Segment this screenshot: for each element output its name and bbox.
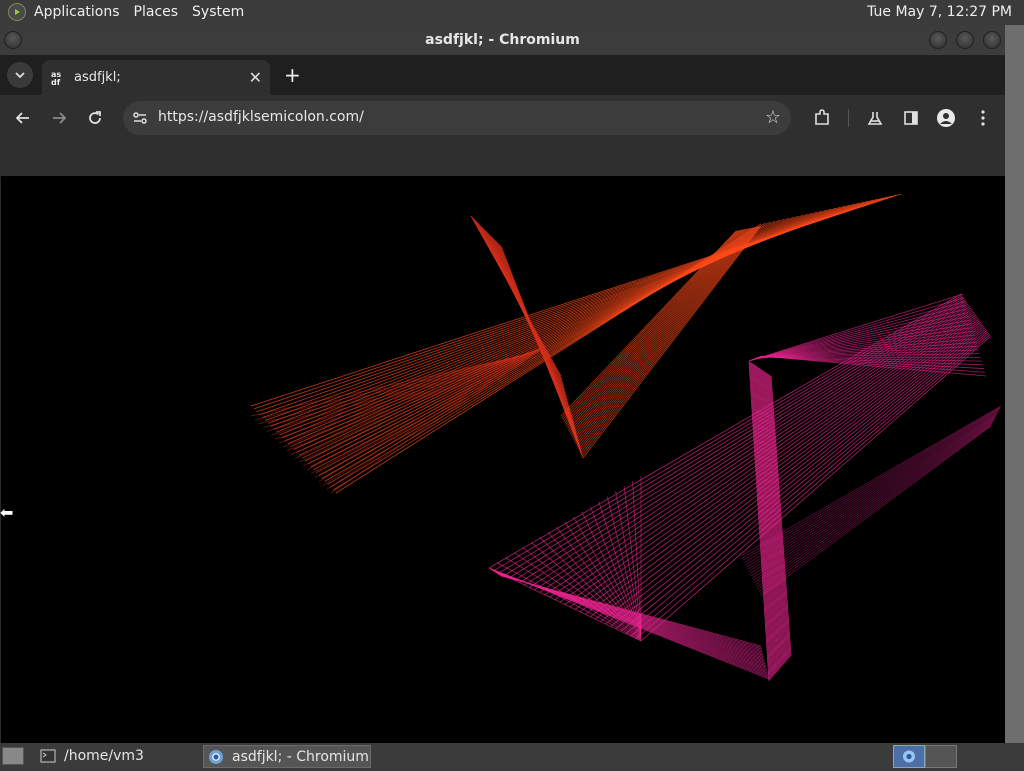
site-info-icon[interactable]	[131, 109, 149, 127]
menu-icon[interactable]	[972, 107, 994, 129]
taskbar-terminal-label: /home/vm3	[64, 748, 144, 764]
window-title: asdfjkl; - Chromium	[425, 32, 580, 48]
orange-ribbon-line	[582, 226, 760, 456]
orange-ribbon-line	[578, 227, 755, 449]
pink-ribbon-line	[745, 410, 998, 564]
tab-title: asdfjkl;	[74, 70, 121, 85]
chromium-mini-icon	[894, 746, 924, 767]
red-ribbon-line	[279, 353, 530, 443]
window-menu-button[interactable]	[4, 31, 22, 49]
pink-ribbon-line	[743, 408, 1000, 560]
chromium-window: asdfjkl; - Chromium as df asdfjkl; ✕ +	[0, 25, 1005, 743]
menu-system[interactable]: System	[192, 4, 244, 20]
magenta-ribbon-line	[641, 336, 991, 641]
labs-icon[interactable]	[864, 107, 886, 129]
orange-ribbon-line	[573, 228, 750, 438]
orange-ribbon-line	[580, 227, 758, 453]
desktop-background	[1005, 25, 1024, 743]
tab-strip: as df asdfjkl; ✕ +	[0, 55, 1005, 95]
forward-icon[interactable]	[48, 107, 70, 129]
magenta-ribbon-line	[535, 307, 970, 590]
orange-ribbon-line	[576, 228, 753, 444]
browser-toolbar: https://asdfjklsemicolon.com/ ☆	[0, 95, 1005, 141]
url-text[interactable]: https://asdfjklsemicolon.com/	[158, 109, 364, 125]
orange-ribbon-line	[577, 227, 754, 445]
svg-text:df: df	[51, 78, 61, 86]
bookmarks-bar	[0, 141, 1005, 177]
line-art-canvas	[1, 176, 1005, 743]
pink-ribbon-line	[748, 413, 998, 570]
clock[interactable]: Tue May 7, 12:27 PM	[867, 4, 1012, 20]
taskbar-terminal[interactable]: /home/vm3	[36, 745, 196, 766]
orange-ribbon-line	[575, 228, 752, 442]
magenta-ribbon-line	[489, 568, 641, 641]
orange-ribbon-line	[251, 194, 901, 406]
taskbar-chromium[interactable]: asdfjkl; - Chromium	[203, 745, 371, 768]
orange-ribbon-line	[574, 228, 751, 440]
bottom-panel: /home/vm3 asdfjkl; - Chromium	[0, 743, 1024, 768]
orange-ribbon-line	[581, 226, 759, 454]
maximize-button[interactable]	[956, 31, 974, 49]
star-icon[interactable]: ☆	[765, 107, 781, 128]
page-canvas[interactable]	[1, 176, 1005, 743]
chevron-down-icon	[15, 72, 25, 78]
close-tab-icon[interactable]: ✕	[249, 68, 262, 87]
chromium-icon	[208, 749, 224, 765]
workspace-2[interactable]	[925, 745, 957, 768]
tab-active[interactable]: as df asdfjkl; ✕	[42, 60, 270, 95]
toolbar-divider	[848, 109, 849, 127]
red-ribbon-line	[259, 355, 524, 424]
top-panel: Applications Places System Tue May 7, 12…	[0, 0, 1024, 24]
magenta-ribbon-line	[499, 297, 963, 573]
minimize-button[interactable]	[929, 31, 947, 49]
orange-ribbon-line	[562, 231, 737, 418]
orange-ribbon-line	[571, 229, 747, 436]
cursor-arrow-icon: ⬅	[0, 503, 13, 522]
back-icon[interactable]	[12, 107, 34, 129]
magenta-ribbon-line	[497, 563, 641, 641]
show-desktop-icon[interactable]	[2, 747, 24, 765]
magenta-ribbon-line	[548, 532, 641, 637]
window-titlebar[interactable]: asdfjkl; - Chromium	[0, 25, 1005, 55]
taskbar-chromium-label: asdfjkl; - Chromium	[232, 749, 369, 765]
terminal-icon	[40, 749, 56, 763]
orange-ribbon-line	[569, 229, 745, 432]
reload-icon[interactable]	[84, 107, 106, 129]
side-panel-icon[interactable]	[900, 107, 922, 129]
site-favicon-icon: as df	[50, 70, 66, 86]
magenta-ribbon-line	[631, 333, 989, 636]
orange-ribbon-line	[570, 229, 746, 434]
orange-ribbon-line	[579, 227, 757, 451]
red-ribbon-line	[319, 348, 542, 482]
profile-icon[interactable]	[935, 107, 957, 129]
orange-ribbon-line	[572, 229, 749, 438]
menu-places[interactable]: Places	[134, 4, 179, 20]
orange-ribbon-line	[583, 226, 761, 458]
orange-ribbon-line	[578, 227, 755, 447]
close-window-button[interactable]	[983, 31, 1001, 49]
address-bar[interactable]: https://asdfjklsemicolon.com/ ☆	[123, 101, 791, 135]
magenta-ribbon-line	[626, 332, 988, 634]
pink-ribbon-line	[741, 406, 1001, 556]
top-menu: Applications Places System	[0, 3, 244, 21]
pink-ribbon-line	[761, 426, 991, 596]
menu-applications[interactable]: Applications	[34, 4, 120, 20]
tab-search-button[interactable]	[7, 62, 33, 88]
orange-ribbon-line	[561, 231, 736, 416]
workspace-1[interactable]	[893, 745, 925, 768]
extensions-icon[interactable]	[811, 107, 833, 129]
new-tab-button[interactable]: +	[284, 63, 301, 87]
applications-logo-icon[interactable]	[8, 3, 26, 21]
